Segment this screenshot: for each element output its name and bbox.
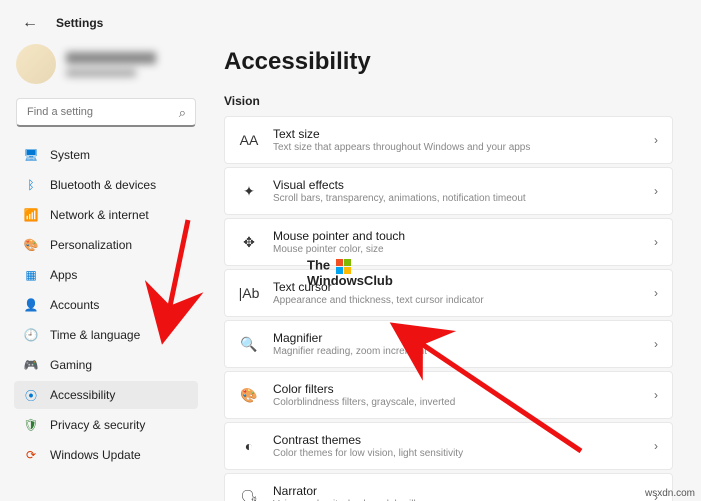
profile-name bbox=[66, 52, 156, 64]
profile-info bbox=[66, 52, 156, 77]
attribution: wsxdn.com bbox=[645, 488, 695, 499]
card-text-cursor[interactable]: |Ab Text cursorAppearance and thickness, … bbox=[224, 269, 673, 317]
card-subtitle: Text size that appears throughout Window… bbox=[273, 142, 640, 153]
card-title: Visual effects bbox=[273, 178, 640, 192]
nav-label: System bbox=[50, 148, 90, 162]
card-title: Color filters bbox=[273, 382, 640, 396]
sidebar-item-gaming[interactable]: 🎮 Gaming bbox=[14, 351, 198, 379]
content: Accessibility Vision AA Text sizeText siz… bbox=[206, 42, 701, 501]
chevron-right-icon: › bbox=[654, 235, 658, 249]
search-icon: ⌕ bbox=[179, 105, 186, 121]
search-wrap: ⌕ bbox=[16, 98, 196, 127]
card-mouse-pointer-and-touch[interactable]: ✥ Mouse pointer and touchMouse pointer co… bbox=[224, 218, 673, 266]
card-visual-effects[interactable]: ✦ Visual effectsScroll bars, transparency… bbox=[224, 167, 673, 215]
nav-icon: ᛒ bbox=[24, 178, 38, 192]
nav-label: Accounts bbox=[50, 298, 99, 312]
nav-list: 🖥 System ᛒ Bluetooth & devices 📶 Network & in… bbox=[14, 141, 198, 471]
nav-label: Personalization bbox=[50, 238, 132, 252]
avatar bbox=[16, 44, 56, 84]
card-icon: ◐ bbox=[239, 438, 259, 454]
nav-label: Bluetooth & devices bbox=[50, 178, 156, 192]
card-text: NarratorVoice, verbosity, keyboard, brai… bbox=[273, 484, 640, 501]
card-text: Color filtersColorblindness filters, gra… bbox=[273, 382, 640, 408]
nav-icon: 🎨 bbox=[24, 238, 38, 252]
chevron-right-icon: › bbox=[654, 439, 658, 453]
card-title: Contrast themes bbox=[273, 433, 640, 447]
card-title: Mouse pointer and touch bbox=[273, 229, 640, 243]
card-icon: 🎨 bbox=[239, 387, 259, 404]
card-subtitle: Magnifier reading, zoom increment bbox=[273, 346, 640, 357]
nav-label: Windows Update bbox=[50, 448, 141, 462]
nav-icon: 👤 bbox=[24, 298, 38, 312]
card-title: Text cursor bbox=[273, 280, 640, 294]
card-text: Contrast themesColor themes for low visi… bbox=[273, 433, 640, 459]
nav-label: Privacy & security bbox=[50, 418, 145, 432]
nav-icon: 📶 bbox=[24, 208, 38, 222]
card-icon: 🗣 bbox=[239, 489, 259, 501]
card-icon: ✥ bbox=[239, 234, 259, 251]
card-icon: ✦ bbox=[239, 183, 259, 200]
card-narrator[interactable]: 🗣 NarratorVoice, verbosity, keyboard, bra… bbox=[224, 473, 673, 501]
back-button[interactable]: ← bbox=[18, 14, 42, 32]
sidebar-item-apps[interactable]: ▦ Apps bbox=[14, 261, 198, 289]
nav-label: Accessibility bbox=[50, 388, 115, 402]
chevron-right-icon: › bbox=[654, 184, 658, 198]
nav-icon: 🖥 bbox=[24, 148, 38, 162]
header: ← Settings bbox=[0, 0, 701, 42]
chevron-right-icon: › bbox=[654, 286, 658, 300]
header-title: Settings bbox=[56, 16, 103, 30]
sidebar-item-windows-update[interactable]: ⟳ Windows Update bbox=[14, 441, 198, 469]
card-title: Magnifier bbox=[273, 331, 640, 345]
card-text-size[interactable]: AA Text sizeText size that appears throug… bbox=[224, 116, 673, 164]
sidebar-item-network-internet[interactable]: 📶 Network & internet bbox=[14, 201, 198, 229]
main-area: ⌕ 🖥 System ᛒ Bluetooth & devices 📶 Network & … bbox=[0, 42, 701, 501]
nav-icon: 🕘 bbox=[24, 328, 38, 342]
nav-icon: ⟳ bbox=[24, 448, 38, 462]
cards-list: AA Text sizeText size that appears throug… bbox=[224, 116, 673, 501]
profile[interactable] bbox=[14, 44, 198, 84]
section-label: Vision bbox=[224, 94, 673, 108]
sidebar-item-accounts[interactable]: 👤 Accounts bbox=[14, 291, 198, 319]
chevron-right-icon: › bbox=[654, 133, 658, 147]
card-icon: AA bbox=[239, 132, 259, 148]
nav-label: Time & language bbox=[50, 328, 140, 342]
nav-icon: 🛡 bbox=[24, 418, 38, 432]
card-contrast-themes[interactable]: ◐ Contrast themesColor themes for low vis… bbox=[224, 422, 673, 470]
page-title: Accessibility bbox=[224, 48, 673, 76]
card-text: Mouse pointer and touchMouse pointer col… bbox=[273, 229, 640, 255]
card-text: MagnifierMagnifier reading, zoom increme… bbox=[273, 331, 640, 357]
search-input[interactable] bbox=[16, 98, 196, 127]
profile-email bbox=[66, 69, 136, 77]
card-icon: 🔍 bbox=[239, 336, 259, 353]
card-subtitle: Color themes for low vision, light sensi… bbox=[273, 448, 640, 459]
card-subtitle: Appearance and thickness, text cursor in… bbox=[273, 295, 640, 306]
sidebar-item-privacy-security[interactable]: 🛡 Privacy & security bbox=[14, 411, 198, 439]
chevron-right-icon: › bbox=[654, 388, 658, 402]
card-text: Text cursorAppearance and thickness, tex… bbox=[273, 280, 640, 306]
nav-label: Gaming bbox=[50, 358, 92, 372]
nav-icon: 🎮 bbox=[24, 358, 38, 372]
chevron-right-icon: › bbox=[654, 337, 658, 351]
nav-label: Apps bbox=[50, 268, 77, 282]
nav-icon: ⦿ bbox=[24, 388, 38, 402]
card-magnifier[interactable]: 🔍 MagnifierMagnifier reading, zoom increm… bbox=[224, 320, 673, 368]
card-title: Narrator bbox=[273, 484, 640, 498]
card-text: Visual effectsScroll bars, transparency,… bbox=[273, 178, 640, 204]
sidebar-item-personalization[interactable]: 🎨 Personalization bbox=[14, 231, 198, 259]
card-text: Text sizeText size that appears througho… bbox=[273, 127, 640, 153]
sidebar-item-time-language[interactable]: 🕘 Time & language bbox=[14, 321, 198, 349]
card-icon: |Ab bbox=[239, 285, 259, 301]
card-subtitle: Mouse pointer color, size bbox=[273, 244, 640, 255]
nav-label: Network & internet bbox=[50, 208, 149, 222]
card-title: Text size bbox=[273, 127, 640, 141]
sidebar-item-system[interactable]: 🖥 System bbox=[14, 141, 198, 169]
sidebar-item-accessibility[interactable]: ⦿ Accessibility bbox=[14, 381, 198, 409]
card-subtitle: Colorblindness filters, grayscale, inver… bbox=[273, 397, 640, 408]
card-color-filters[interactable]: 🎨 Color filtersColorblindness filters, gr… bbox=[224, 371, 673, 419]
nav-icon: ▦ bbox=[24, 268, 38, 282]
sidebar-item-bluetooth-devices[interactable]: ᛒ Bluetooth & devices bbox=[14, 171, 198, 199]
sidebar: ⌕ 🖥 System ᛒ Bluetooth & devices 📶 Network & … bbox=[0, 42, 206, 501]
card-subtitle: Scroll bars, transparency, animations, n… bbox=[273, 193, 640, 204]
